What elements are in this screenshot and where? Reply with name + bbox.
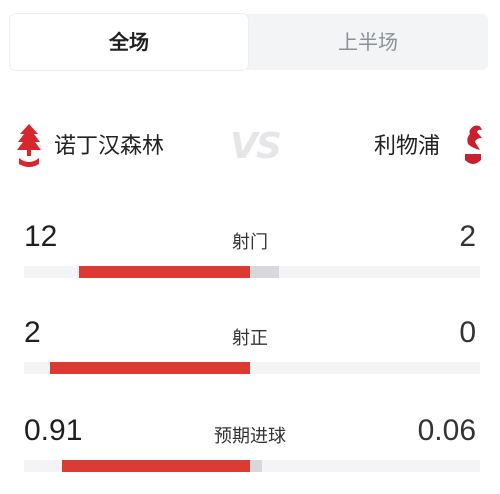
nottingham-forest-crest-icon <box>17 124 41 167</box>
liverpool-crest-icon <box>465 125 482 164</box>
stat-row-shots-on-target: 2 射正 0 <box>0 316 500 396</box>
stat-label: 射正 <box>232 328 268 349</box>
team-header: 诺丁汉森林 VS 利物浦 <box>0 110 500 180</box>
stat-row-expected-goals: 0.91 预期进球 0.06 <box>0 414 500 494</box>
home-stat-bar <box>62 460 250 472</box>
period-tabs: 全场 上半场 <box>10 14 488 70</box>
stat-row-shots: 12 射门 2 <box>0 220 500 300</box>
stat-label: 射门 <box>232 232 268 253</box>
stat-bar-track <box>24 460 480 472</box>
tab-full-match[interactable]: 全场 <box>10 14 248 70</box>
away-stat-bar <box>250 266 279 278</box>
away-stat-value: 0 <box>459 316 476 349</box>
away-team-name: 利物浦 <box>373 134 440 159</box>
away-stat-value: 0.06 <box>417 414 476 447</box>
stat-bar-track <box>24 362 480 374</box>
away-stat-value: 2 <box>459 220 476 253</box>
home-stat-bar <box>50 362 250 374</box>
home-stat-value: 2 <box>24 316 41 349</box>
stat-bar-track <box>24 266 480 278</box>
home-stat-value: 0.91 <box>24 414 83 447</box>
tab-first-half[interactable]: 上半场 <box>248 14 488 70</box>
vs-mark: VS <box>230 126 282 167</box>
home-stat-bar <box>79 266 250 278</box>
home-team-name: 诺丁汉森林 <box>54 134 165 159</box>
away-stat-bar <box>250 460 262 472</box>
home-stat-value: 12 <box>24 220 58 253</box>
stat-label: 预期进球 <box>214 426 286 447</box>
